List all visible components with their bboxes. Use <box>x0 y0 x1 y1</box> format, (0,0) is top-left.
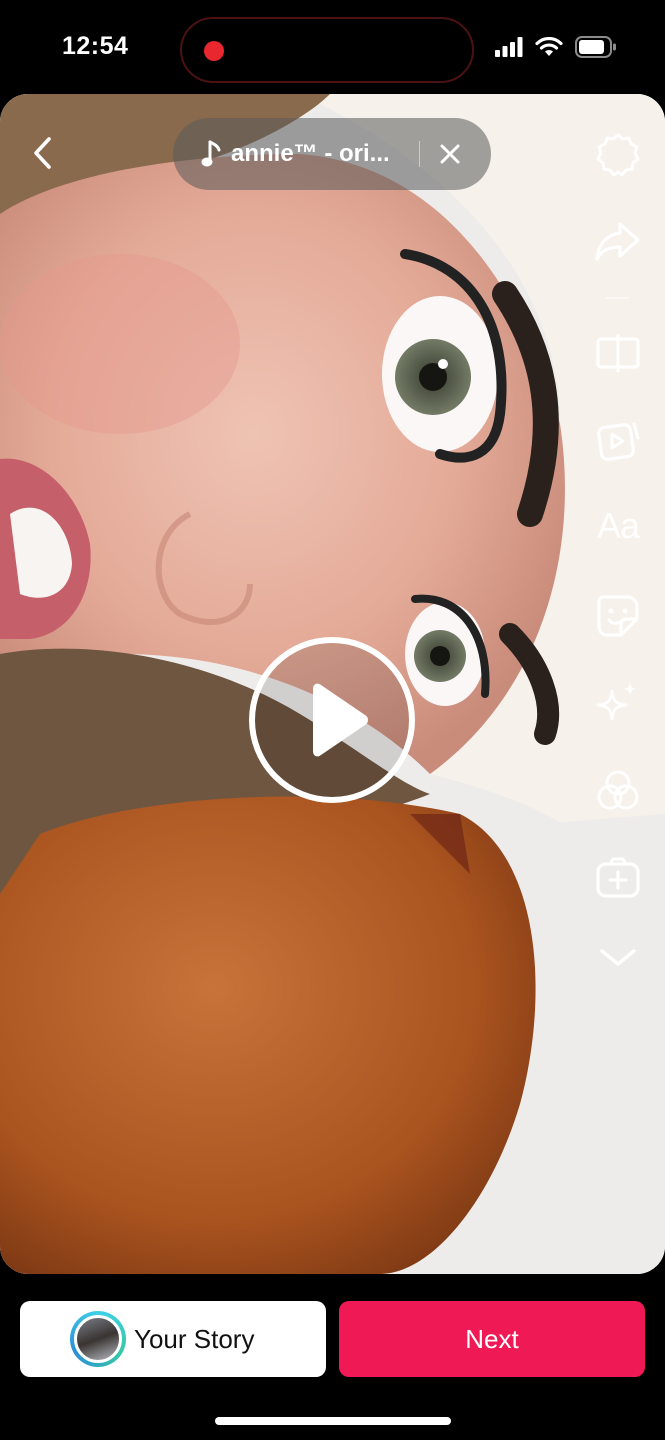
more-tools-button[interactable] <box>588 928 648 988</box>
clips-button[interactable] <box>588 410 648 470</box>
status-bar: 12:54 <box>0 0 665 95</box>
add-media-button[interactable] <box>588 848 648 908</box>
your-story-button[interactable]: Your Story <box>20 1301 326 1377</box>
sticker-button[interactable] <box>588 586 648 646</box>
effects-icon <box>596 682 637 721</box>
play-icon <box>313 683 368 757</box>
music-note-icon <box>201 140 221 167</box>
share-icon <box>595 222 640 261</box>
status-time: 12:54 <box>62 32 129 60</box>
music-selector[interactable]: annie™ - ori... <box>173 118 491 190</box>
wifi-icon <box>535 37 563 56</box>
add-media-icon <box>596 857 640 898</box>
system-icons <box>495 36 617 58</box>
play-button[interactable] <box>249 637 415 803</box>
cellular-signal-icon <box>495 37 523 57</box>
filters-button[interactable] <box>588 761 648 821</box>
avatar <box>70 1311 126 1367</box>
effects-button[interactable] <box>588 673 648 733</box>
text-tool-button[interactable]: Aa <box>588 496 648 556</box>
close-icon[interactable] <box>438 142 462 166</box>
music-divider <box>419 141 420 167</box>
filters-icon <box>597 770 639 810</box>
mirror-icon <box>596 334 640 372</box>
dynamic-island <box>180 17 474 83</box>
sticker-icon <box>597 595 639 637</box>
mirror-button[interactable] <box>588 323 648 383</box>
clips-icon <box>597 422 640 461</box>
music-title: annie™ - ori... <box>231 140 390 167</box>
settings-icon <box>596 133 640 177</box>
your-story-label: Your Story <box>134 1323 255 1354</box>
settings-button[interactable] <box>588 125 648 185</box>
chevron-down-icon <box>600 949 636 966</box>
text-icon: Aa <box>596 505 640 546</box>
battery-icon <box>575 36 616 58</box>
next-button[interactable]: Next <box>339 1301 645 1377</box>
share-button[interactable] <box>588 211 648 271</box>
avatar-image <box>74 1315 122 1363</box>
back-button[interactable] <box>26 134 58 172</box>
toolbar-divider <box>605 297 629 299</box>
recording-indicator-icon <box>204 41 224 61</box>
home-indicator[interactable] <box>215 1417 451 1425</box>
chevron-left-icon <box>34 137 51 169</box>
